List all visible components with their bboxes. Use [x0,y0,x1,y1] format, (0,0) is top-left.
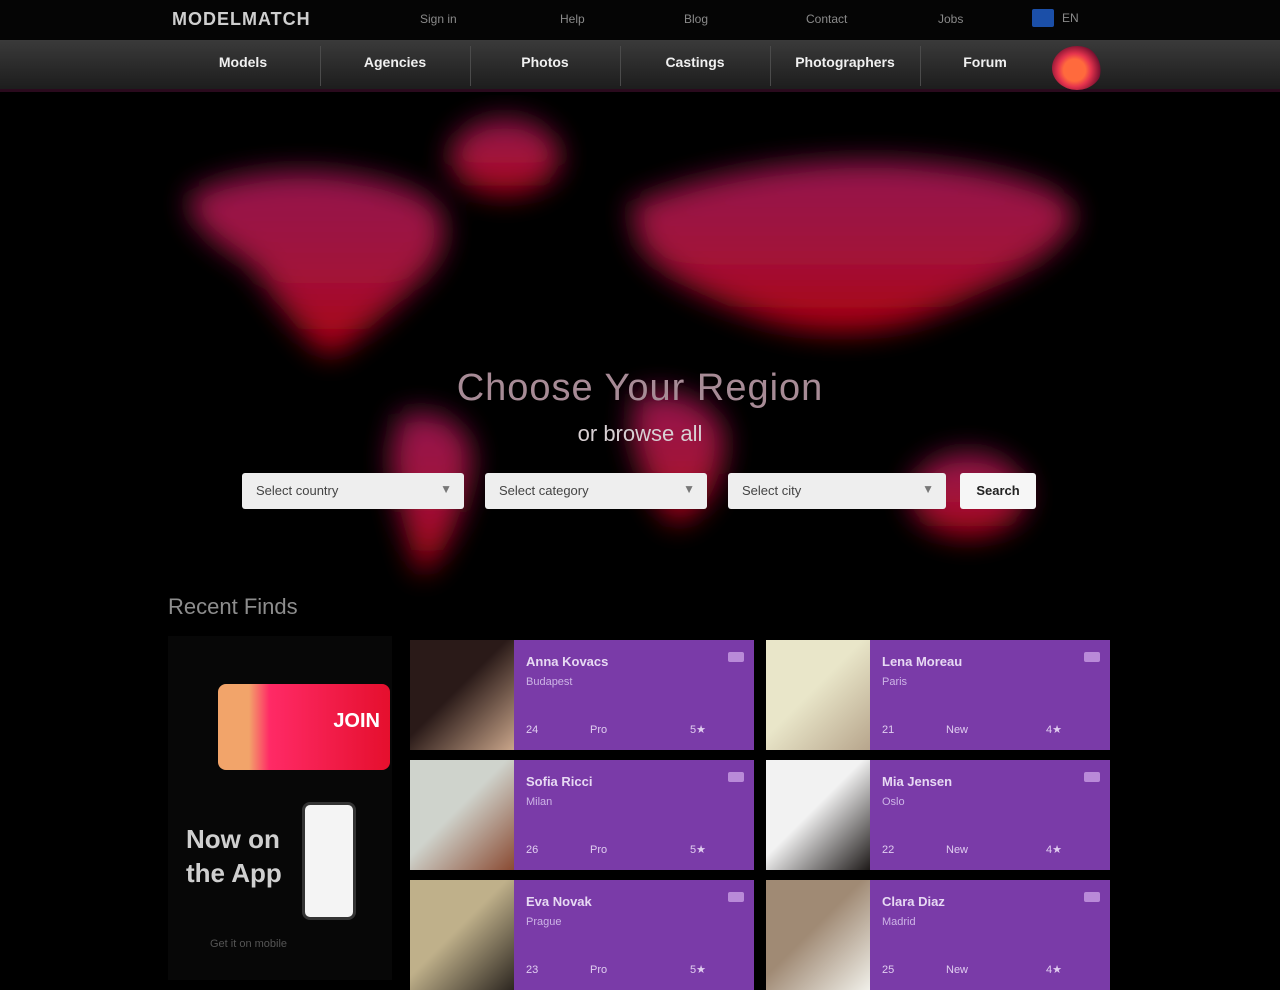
toplink-jobs[interactable]: Jobs [938,12,963,26]
profile-stat: 25 [882,964,895,976]
profile-stat: 4★ [1046,964,1062,976]
profile-photo[interactable] [766,760,870,870]
profile-location: Milan [526,796,553,808]
toplink-blog[interactable]: Blog [684,12,708,26]
language-switcher[interactable]: EN [1032,9,1079,27]
top-utility-bar: MODELMATCH Sign in Help Blog Contact Job… [0,0,1280,40]
profile-stat: New [946,724,969,736]
profile-name[interactable]: Eva Novak [526,894,592,909]
promo-banner[interactable]: JOIN [218,684,390,770]
profile-photo[interactable] [410,880,514,990]
profile-location: Budapest [526,676,573,688]
profile-name[interactable]: Mia Jensen [882,774,952,789]
profile-stat: Pro [590,724,608,736]
category-select-value: Select category [499,483,589,498]
nav-item-castings[interactable]: Castings [630,54,760,78]
profile-stat: 4★ [1046,844,1062,856]
nav-divider [470,46,471,86]
profile-card[interactable]: Lena Moreau Paris 21 New 4★ [766,640,1110,750]
section-title: Recent Finds [168,594,298,619]
profile-stat: 5★ [690,724,706,736]
country-select[interactable]: Select country ▼ [242,473,464,509]
city-select[interactable]: Select city ▼ [728,473,946,509]
profile-name[interactable]: Anna Kovacs [526,654,608,669]
profile-stat: 5★ [690,844,706,856]
profile-stat: 26 [526,844,539,856]
nav-item-photographers[interactable]: Photographers [780,54,910,78]
toplink-signin[interactable]: Sign in [420,12,457,26]
profile-photo[interactable] [766,640,870,750]
nav-item-forum[interactable]: Forum [925,54,1045,78]
profile-stat: 5★ [690,964,706,976]
chevron-down-icon: ▼ [922,482,934,496]
bookmark-icon[interactable] [1084,652,1100,662]
toplink-help[interactable]: Help [560,12,585,26]
nav-divider [770,46,771,86]
profile-photo[interactable] [410,640,514,750]
bookmark-icon[interactable] [1084,772,1100,782]
phone-icon [302,802,356,920]
bookmark-icon[interactable] [728,892,744,902]
hero-title: Choose Your Region [456,367,824,409]
toplink-contact[interactable]: Contact [806,12,847,26]
profile-stat: Pro [590,844,608,856]
profile-card[interactable]: Mia Jensen Oslo 22 New 4★ [766,760,1110,870]
promo-badge-icon[interactable] [1052,46,1102,90]
country-select-value: Select country [256,483,339,498]
site-logo[interactable]: MODELMATCH [172,9,311,31]
nav-item-agencies[interactable]: Agencies [330,54,460,78]
chevron-down-icon: ▼ [683,482,695,496]
profile-photo[interactable] [410,760,514,870]
city-select-value: Select city [742,483,802,498]
profile-location: Oslo [882,796,905,808]
profile-stat: 24 [526,724,539,736]
nav-divider [620,46,621,86]
profile-stat: New [946,964,969,976]
promo-headline: Now on the App [186,824,282,888]
nav-divider [320,46,321,86]
profile-photo[interactable] [766,880,870,990]
nav-divider [920,46,921,86]
bookmark-icon[interactable] [728,772,744,782]
profile-stat: Pro [590,964,608,976]
bookmark-icon[interactable] [728,652,744,662]
profile-name[interactable]: Lena Moreau [882,654,962,669]
promo-banner-text: JOIN [333,710,380,732]
nav-item-photos[interactable]: Photos [480,54,610,78]
profile-card[interactable]: Eva Novak Prague 23 Pro 5★ [410,880,754,990]
category-select[interactable]: Select category ▼ [485,473,707,509]
profile-location: Paris [882,676,908,688]
profile-location: Prague [526,916,562,928]
world-map-graphic [189,119,1074,575]
nav-item-models[interactable]: Models [178,54,308,78]
chevron-down-icon: ▼ [440,482,452,496]
hero-subtitle: or browse all [577,421,703,446]
promo-panel[interactable]: JOIN Now on the App Get it on mobile [168,636,392,980]
profile-card[interactable]: Anna Kovacs Budapest 24 Pro 5★ [410,640,754,750]
flag-icon [1032,9,1054,27]
promo-footer: Get it on mobile [210,938,288,950]
language-label: EN [1062,11,1079,25]
profile-stat: New [946,844,969,856]
profile-card[interactable]: Clara Diaz Madrid 25 New 4★ [766,880,1110,990]
profile-stat: 21 [882,724,895,736]
profile-stat: 22 [882,844,895,856]
profile-location: Madrid [882,916,916,928]
search-button[interactable]: Search [960,473,1036,509]
profile-card[interactable]: Sofia Ricci Milan 26 Pro 5★ [410,760,754,870]
profile-name[interactable]: Sofia Ricci [526,774,592,789]
bookmark-icon[interactable] [1084,892,1100,902]
profile-stat: 23 [526,964,539,976]
hero-region-picker: Choose Your Region or browse all Select … [160,95,1120,600]
profile-name[interactable]: Clara Diaz [882,894,945,909]
profile-stat: 4★ [1046,724,1062,736]
